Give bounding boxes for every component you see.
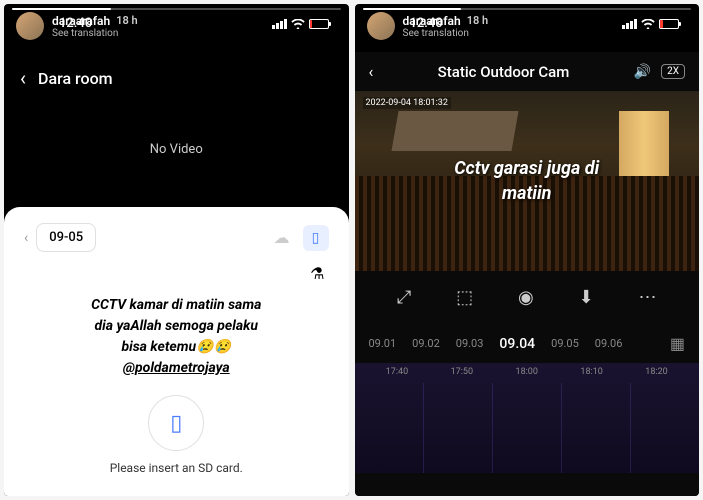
mention-link[interactable]: @poldametrojaya — [36, 358, 317, 379]
date-selector-row: ‹ 09-05 ☁ ▯ — [16, 219, 337, 256]
snapshot-icon[interactable]: ◉ — [518, 287, 534, 308]
cam-title: Static Outdoor Cam — [383, 63, 623, 81]
date-item[interactable]: 09.03 — [456, 337, 484, 350]
time-label: 18:20 — [645, 367, 667, 377]
see-translation-link[interactable]: See translation — [52, 28, 337, 39]
date-strip[interactable]: 09.01 09.02 09.03 09.04 09.05 09.06 ▦ — [355, 324, 700, 363]
date-item[interactable]: 09.04 — [499, 336, 535, 352]
story-text-overlay: CCTV kamar di matiin sama dia yaAllah se… — [16, 287, 337, 383]
calendar-icon[interactable]: ▦ — [670, 334, 685, 353]
time-label: 17:40 — [386, 367, 408, 377]
back-icon[interactable]: ‹ — [20, 66, 26, 90]
room-title: Dara room — [38, 69, 113, 88]
back-icon[interactable]: ‹ — [369, 62, 374, 81]
camera-app-screen: ‹ Dara room No Video ‹ 09-05 ☁ ▯ ⚗ CCTV … — [4, 54, 349, 496]
more-icon[interactable]: ⋯ — [639, 287, 657, 308]
record-icon[interactable]: ⬚ — [456, 287, 473, 308]
speaker-icon[interactable]: 🔊 — [634, 64, 651, 80]
download-icon[interactable]: ⬇ — [579, 287, 594, 308]
time-ago: 18 h — [467, 14, 488, 27]
date-display[interactable]: 09-05 — [36, 223, 96, 252]
story-header: daraarafah 18 h See translation — [355, 4, 700, 48]
story-text-overlay: Cctv garasi juga di matiin — [372, 156, 682, 206]
date-item[interactable]: 09.06 — [595, 337, 623, 350]
story-header: daraarafah 18 h See translation — [4, 4, 349, 48]
story-right: daraarafah 18 h See translation 12.40 ‹ … — [355, 4, 700, 496]
username[interactable]: daraarafah 18 h — [403, 14, 688, 28]
avatar[interactable] — [16, 12, 44, 40]
sd-insert-icon: ▯ — [148, 395, 204, 451]
date-item[interactable]: 09.02 — [412, 337, 440, 350]
story-left: daraarafah 18 h See translation 12.40 ‹ … — [4, 4, 349, 496]
no-video-label: No Video — [4, 102, 349, 207]
date-item[interactable]: 09.01 — [369, 337, 397, 350]
cam-header: ‹ Static Outdoor Cam 🔊 2X — [355, 52, 700, 91]
username[interactable]: daraarafah 18 h — [52, 14, 337, 28]
timeline[interactable]: 17:40 17:50 18:00 18:10 18:20 — [355, 363, 700, 473]
video-timestamp: 2022-09-04 18:01:32 — [363, 97, 451, 109]
playback-panel: ‹ 09-05 ☁ ▯ ⚗ CCTV kamar di matiin sama … — [4, 207, 349, 496]
video-controls: ⤢ ⬚ ◉ ⬇ ⋯ — [355, 271, 700, 324]
time-label: 17:50 — [451, 367, 473, 377]
camera-view[interactable]: 2022-09-04 18:01:32 Cctv garasi juga di … — [355, 91, 700, 271]
sd-card-icon[interactable]: ▯ — [303, 225, 329, 251]
see-translation-link[interactable]: See translation — [403, 28, 688, 39]
sd-message: Please insert an SD card. — [16, 461, 337, 475]
filter-icon[interactable]: ⚗ — [310, 264, 324, 283]
prev-date-icon[interactable]: ‹ — [24, 230, 28, 246]
app-header: ‹ Dara room — [4, 54, 349, 102]
date-item[interactable]: 09.05 — [551, 337, 579, 350]
timeline-labels: 17:40 17:50 18:00 18:10 18:20 — [355, 363, 700, 381]
fullscreen-icon[interactable]: ⤢ — [397, 287, 411, 308]
avatar[interactable] — [367, 12, 395, 40]
camera-app-screen: ‹ Static Outdoor Cam 🔊 2X 2022-09-04 18:… — [355, 52, 700, 496]
time-label: 18:10 — [580, 367, 602, 377]
time-ago: 18 h — [116, 14, 137, 27]
time-label: 18:00 — [516, 367, 538, 377]
playback-speed[interactable]: 2X — [661, 64, 685, 79]
cloud-icon[interactable]: ☁ — [269, 225, 295, 251]
